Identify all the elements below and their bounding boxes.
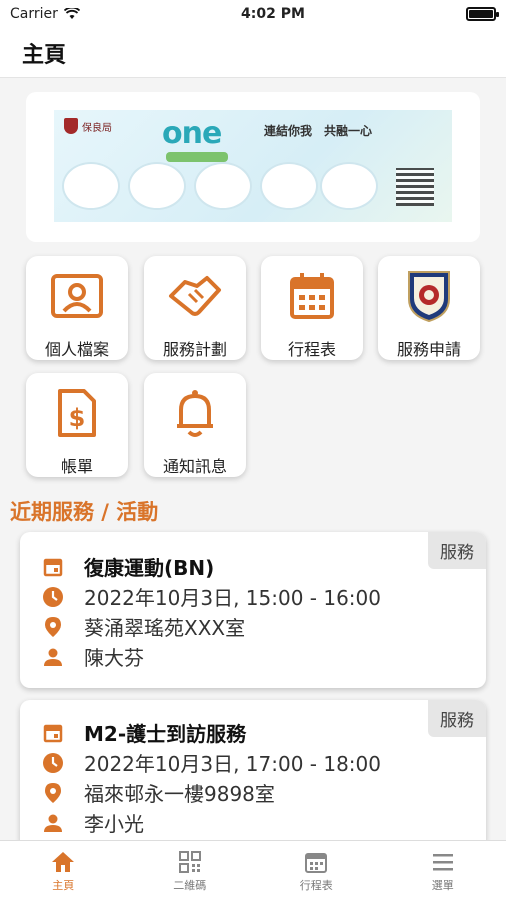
tab-bar: 主頁 二維碼 行程表 選單 — [0, 840, 506, 900]
banner-slogan: 連結你我 共融一心 — [264, 124, 373, 138]
type-badge: 服務 — [428, 532, 486, 569]
home-icon — [52, 852, 75, 872]
tile-label: 服務申請 — [396, 340, 461, 359]
tile-label: 服務計劃 — [162, 340, 227, 359]
card-person: 李小光 — [84, 812, 144, 836]
emblem-icon — [401, 270, 457, 323]
tab-label: 二維碼 — [173, 879, 207, 892]
tab-label: 選單 — [431, 879, 454, 892]
card-location: 葵涌翠瑤苑XXX室 — [84, 616, 246, 640]
card-datetime-row: 2022年10月3日, 15:00 - 16:00 — [42, 582, 381, 611]
card-title: M2-護士到訪服務 — [84, 722, 247, 746]
banner-photo-5 — [320, 162, 378, 210]
promo-banner[interactable]: 保良局 one 連結你我 共融一心 — [26, 92, 480, 242]
bell-icon — [167, 387, 223, 439]
tile-service-plan[interactable]: 服務計劃 — [144, 256, 246, 360]
battery-icon — [466, 7, 499, 21]
tile-notifications[interactable]: 通知訊息 — [144, 373, 246, 477]
banner-image: 保良局 one 連結你我 共融一心 — [54, 110, 452, 222]
qr-code-icon — [178, 851, 201, 873]
service-card[interactable]: 服務 M2-護士到訪服務 2022年10月3日, 17:00 - 18:00 福… — [20, 700, 486, 850]
location-pin-icon — [42, 782, 64, 804]
card-datetime-row: 2022年10月3日, 17:00 - 18:00 — [42, 748, 381, 777]
clock-icon — [42, 586, 64, 608]
brand-logo: one — [162, 116, 222, 151]
tile-label: 個人檔案 — [44, 340, 109, 359]
tab-home[interactable]: 主頁 — [0, 841, 127, 900]
calendar-icon — [305, 853, 328, 873]
location-pin-icon — [42, 616, 64, 638]
org-name: 保良局 — [82, 122, 112, 134]
bill-icon: $ — [49, 387, 105, 439]
banner-photo-4 — [260, 162, 318, 210]
handshake-icon — [167, 270, 223, 322]
card-datetime: 2022年10月3日, 17:00 - 18:00 — [84, 752, 381, 776]
status-left: Carrier — [10, 6, 80, 22]
banner-photo-2 — [128, 162, 186, 210]
carrier-label: Carrier — [10, 6, 58, 22]
tile-service-application[interactable]: 服務申請 — [378, 256, 480, 360]
tile-label: 行程表 — [287, 340, 336, 359]
card-person: 陳大芬 — [84, 646, 144, 670]
section-title: 近期服務 / 活動 — [10, 500, 159, 524]
page-title: 主頁 — [22, 42, 67, 68]
tab-label: 行程表 — [299, 879, 333, 892]
tab-label: 主頁 — [52, 879, 75, 892]
banner-photo-3 — [194, 162, 252, 210]
card-person-row: 李小光 — [42, 808, 144, 837]
card-title-row: 復康運動(BN) — [42, 552, 214, 581]
id-card-icon — [49, 270, 105, 322]
qr-code-image — [396, 168, 434, 206]
brand-ribbon — [166, 152, 228, 162]
banner-photo-1 — [62, 162, 120, 210]
org-logo: 保良局 — [64, 118, 112, 134]
type-badge: 服務 — [428, 700, 486, 737]
person-icon — [42, 812, 64, 834]
tile-profile[interactable]: 個人檔案 — [26, 256, 128, 360]
person-icon — [42, 646, 64, 668]
menu-icon — [432, 854, 453, 871]
tab-qr-code[interactable]: 二維碼 — [127, 841, 254, 900]
shield-icon — [64, 118, 78, 134]
calendar-icon — [284, 270, 340, 322]
calendar-icon — [42, 722, 64, 744]
tile-label: 帳單 — [60, 457, 93, 476]
card-location-row: 福來邨永一樓9898室 — [42, 778, 275, 807]
header: 主頁 — [0, 28, 506, 78]
card-title: 復康運動(BN) — [84, 556, 215, 580]
calendar-icon — [42, 556, 64, 578]
tile-billing[interactable]: $ 帳單 — [26, 373, 128, 477]
tab-menu[interactable]: 選單 — [380, 841, 506, 900]
card-title-row: M2-護士到訪服務 — [42, 718, 246, 747]
card-location-row: 葵涌翠瑤苑XXX室 — [42, 612, 245, 641]
card-person-row: 陳大芬 — [42, 642, 144, 671]
tab-schedule[interactable]: 行程表 — [253, 841, 380, 900]
tile-schedule[interactable]: 行程表 — [261, 256, 363, 360]
clock-icon — [42, 752, 64, 774]
tile-label: 通知訊息 — [162, 457, 227, 476]
svg-text:$: $ — [69, 404, 86, 432]
card-datetime: 2022年10月3日, 15:00 - 16:00 — [84, 586, 381, 610]
status-bar: Carrier 4:02 PM — [0, 0, 506, 28]
wifi-icon — [63, 8, 80, 19]
service-card[interactable]: 服務 復康運動(BN) 2022年10月3日, 15:00 - 16:00 葵涌… — [20, 532, 486, 688]
brand-text: one — [162, 116, 222, 151]
card-location: 福來邨永一樓9898室 — [84, 782, 275, 806]
status-time: 4:02 PM — [241, 6, 305, 22]
